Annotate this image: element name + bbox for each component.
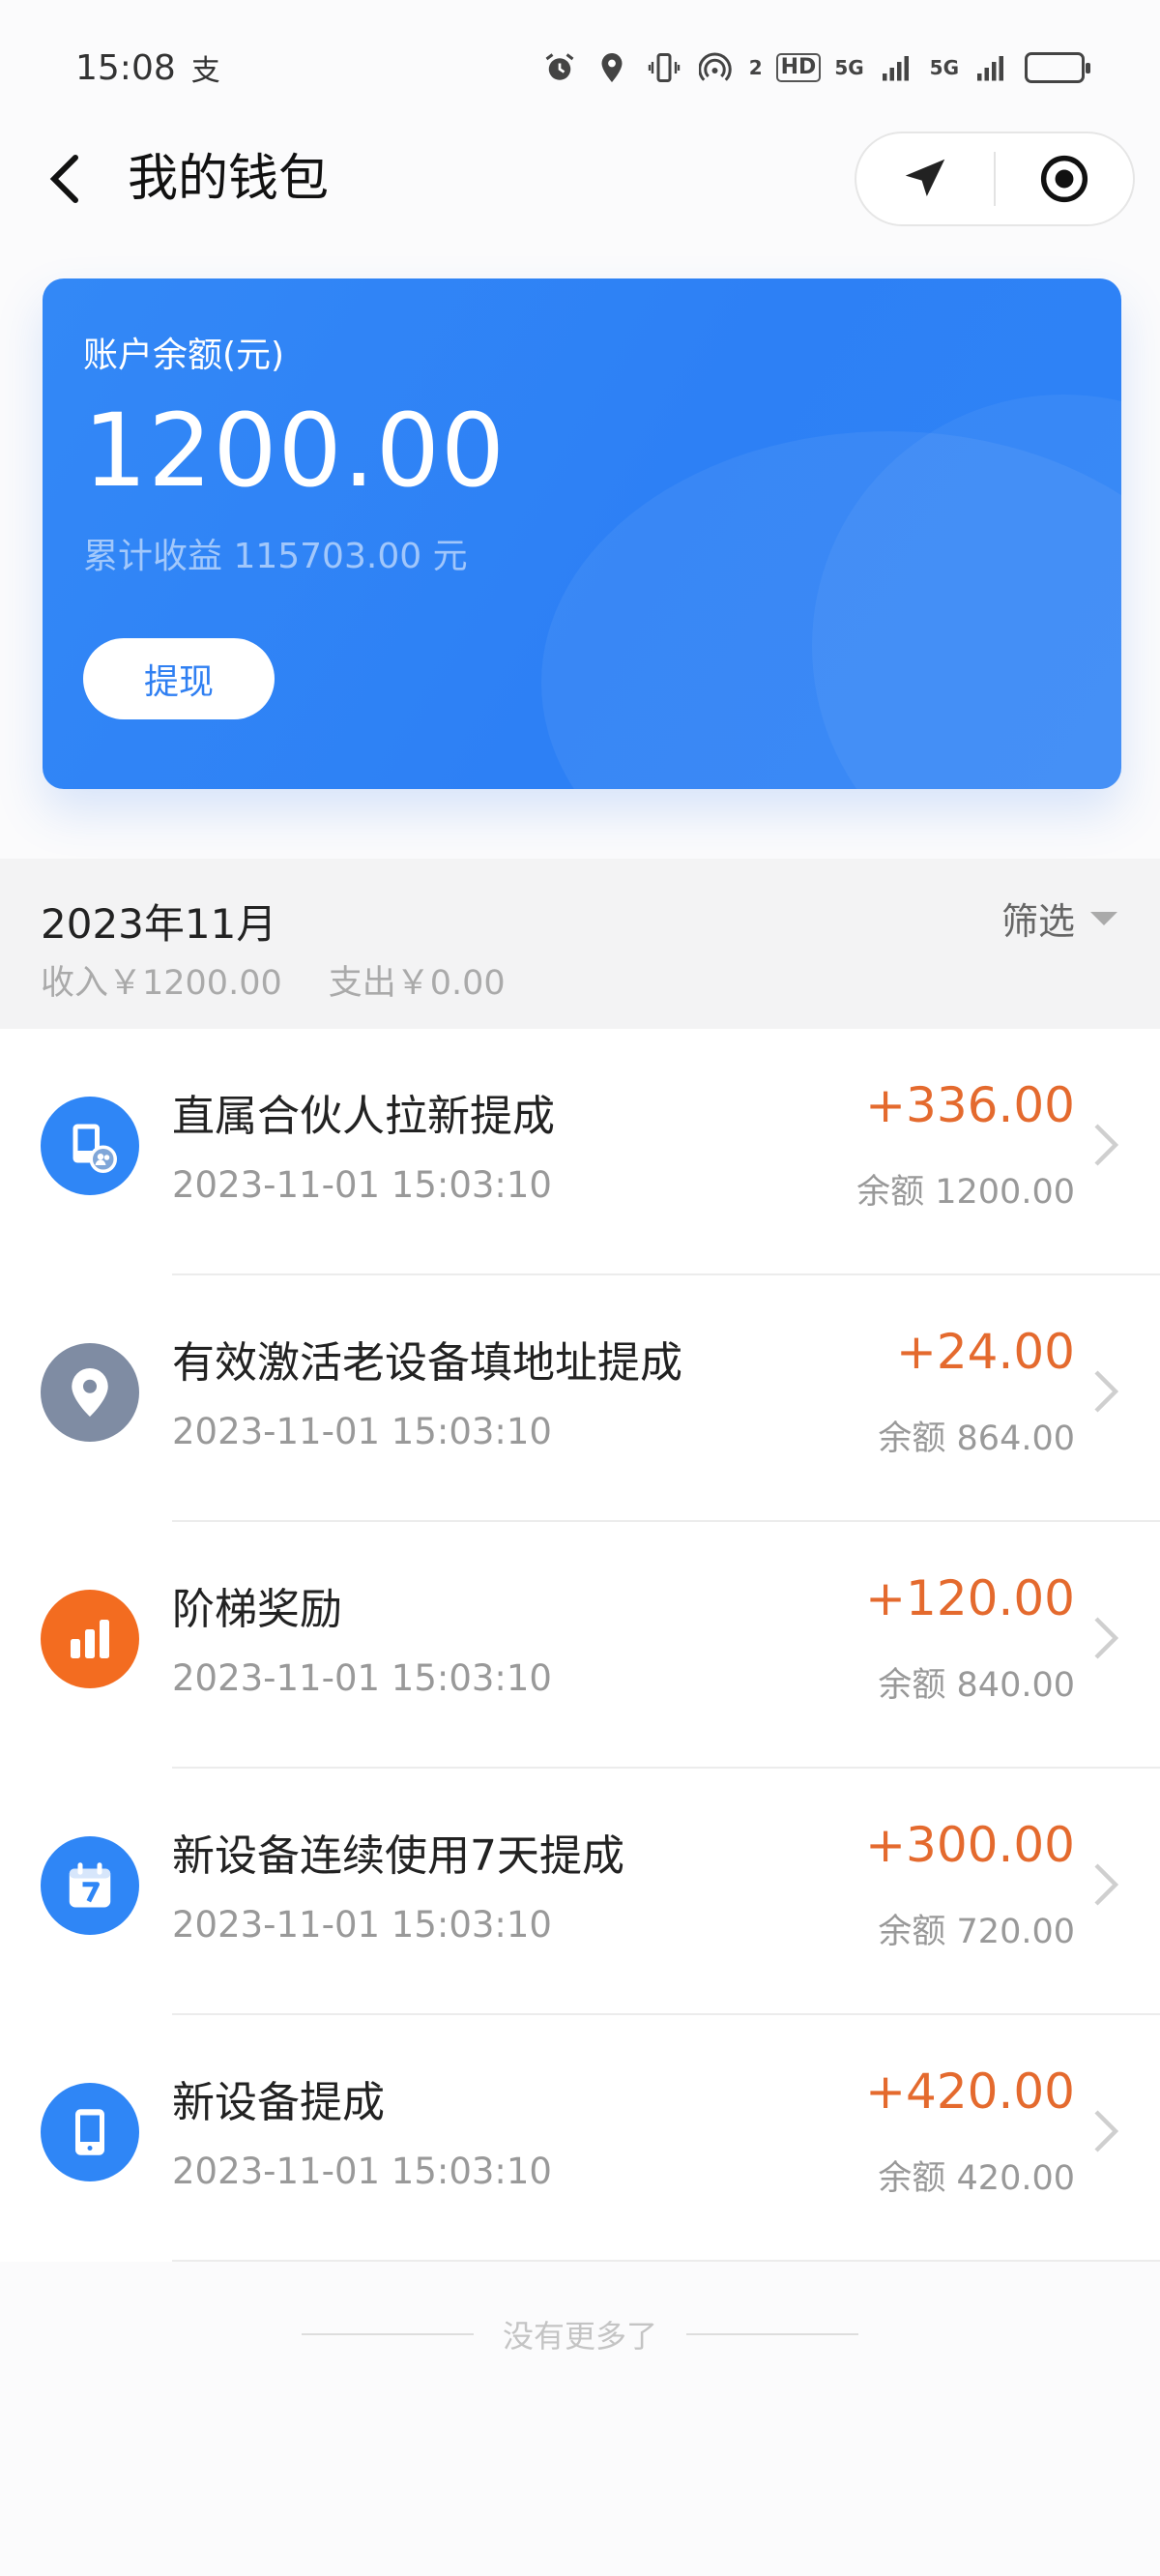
month-summary: 收入￥1200.00 支出￥0.00 [41, 955, 506, 1005]
transaction-amount: +300.00 [865, 1817, 1075, 1873]
location-pin-icon [41, 1343, 139, 1442]
no-more-text: 没有更多了 [502, 2318, 657, 2355]
transaction-balance: 余额 720.00 [878, 1913, 1075, 1951]
balance-label: 账户余额(元) [83, 336, 285, 375]
transaction-amount: +420.00 [865, 2064, 1075, 2120]
signal-icon [972, 48, 1011, 87]
navigation-arrow-icon [905, 159, 945, 196]
location-icon [593, 48, 631, 87]
transaction-balance: 余额 840.00 [878, 1666, 1075, 1705]
vibrate-icon [645, 48, 683, 87]
transaction-title: 直属合伙人拉新提成 [172, 1092, 555, 1141]
transaction-title: 新设备提成 [172, 2078, 385, 2127]
phone-icon [41, 2083, 139, 2181]
transaction-amount: +336.00 [865, 1077, 1075, 1133]
battery-icon [1025, 52, 1090, 83]
hotspot-icon [697, 48, 736, 87]
miniapp-capsule [855, 132, 1135, 226]
month-title[interactable]: 2023年11月 [41, 892, 276, 951]
transaction-row[interactable]: 新设备提成 2023-11-01 15:03:10 +420.00 余额 420… [0, 2015, 1160, 2262]
bar-chart-icon [41, 1590, 139, 1688]
balance-amount: 1200.00 [83, 392, 507, 510]
filter-label: 筛选 [1000, 900, 1075, 943]
calendar-7-icon [41, 1836, 139, 1935]
transaction-balance: 余额 1200.00 [856, 1173, 1075, 1212]
chevron-left-icon [49, 155, 78, 203]
transaction-time: 2023-11-01 15:03:10 [172, 1904, 552, 1946]
withdraw-button[interactable]: 提现 [83, 638, 275, 719]
transaction-balance: 余额 864.00 [878, 1420, 1075, 1458]
chevron-right-icon [1092, 1861, 1119, 1908]
total-earnings: 累计收益 115703.00 元 [83, 537, 468, 576]
status-left: 15:08 支 [75, 46, 220, 89]
close-miniapp-button[interactable] [996, 133, 1133, 224]
caret-down-icon [1090, 911, 1117, 925]
transaction-time: 2023-11-01 15:03:10 [172, 1411, 552, 1452]
transaction-row[interactable]: 阶梯奖励 2023-11-01 15:03:10 +120.00 余额 840.… [0, 1522, 1160, 1769]
transaction-title: 新设备连续使用7天提成 [172, 1831, 624, 1881]
hd-icon: HD [775, 53, 822, 82]
record-target-icon [1040, 155, 1088, 203]
sim1-label: 5G [834, 56, 864, 79]
status-icons: 2 HD 5G 5G [540, 48, 1090, 87]
transaction-time: 2023-11-01 15:03:10 [172, 2151, 552, 2192]
transaction-time: 2023-11-01 15:03:10 [172, 1657, 552, 1699]
transaction-amount: +120.00 [865, 1570, 1075, 1626]
transaction-balance: 余额 420.00 [878, 2159, 1075, 2198]
chevron-right-icon [1092, 1368, 1119, 1415]
month-header: 2023年11月 收入￥1200.00 支出￥0.00 筛选 [0, 859, 1160, 1029]
transaction-row[interactable]: 直属合伙人拉新提成 2023-11-01 15:03:10 +336.00 余额… [0, 1029, 1160, 1275]
nav-bar: 我的钱包 [0, 126, 1160, 232]
income-summary: 收入￥1200.00 [41, 964, 282, 1003]
transaction-list: 直属合伙人拉新提成 2023-11-01 15:03:10 +336.00 余额… [0, 1029, 1160, 2262]
footer-divider [301, 2333, 474, 2335]
wallet-page: 15:08 支 2 HD 5G 5G 我的钱包 账户余额(元) 1200.00 … [0, 0, 1160, 2576]
alipay-indicator: 支 [190, 54, 220, 88]
alarm-icon [540, 48, 579, 87]
row-divider [172, 2260, 1160, 2262]
filter-button[interactable]: 筛选 [1001, 892, 1117, 945]
phone-partner-icon [41, 1097, 139, 1195]
transaction-amount: +24.00 [895, 1324, 1075, 1380]
status-bar: 15:08 支 2 HD 5G 5G [0, 0, 1160, 135]
footer-divider [686, 2333, 858, 2335]
hotspot-badge: 2 [748, 56, 763, 79]
navigation-button[interactable] [856, 133, 994, 224]
transaction-title: 有效激活老设备填地址提成 [172, 1338, 682, 1388]
chevron-right-icon [1092, 2108, 1119, 2154]
expense-summary: 支出￥0.00 [328, 964, 506, 1003]
sim2-label: 5G [929, 56, 959, 79]
transaction-time: 2023-11-01 15:03:10 [172, 1164, 552, 1206]
transaction-row[interactable]: 新设备连续使用7天提成 2023-11-01 15:03:10 +300.00 … [0, 1769, 1160, 2015]
back-button[interactable] [39, 150, 93, 208]
transaction-row[interactable]: 有效激活老设备填地址提成 2023-11-01 15:03:10 +24.00 … [0, 1275, 1160, 1522]
chevron-right-icon [1092, 1122, 1119, 1168]
chevron-right-icon [1092, 1615, 1119, 1661]
no-more-footer: 没有更多了 [0, 2305, 1160, 2363]
page-title: 我的钱包 [128, 150, 330, 208]
signal-icon [878, 48, 916, 87]
transaction-title: 阶梯奖励 [172, 1585, 342, 1634]
balance-card: 账户余额(元) 1200.00 累计收益 115703.00 元 提现 [43, 278, 1121, 789]
status-time: 15:08 [75, 47, 176, 88]
